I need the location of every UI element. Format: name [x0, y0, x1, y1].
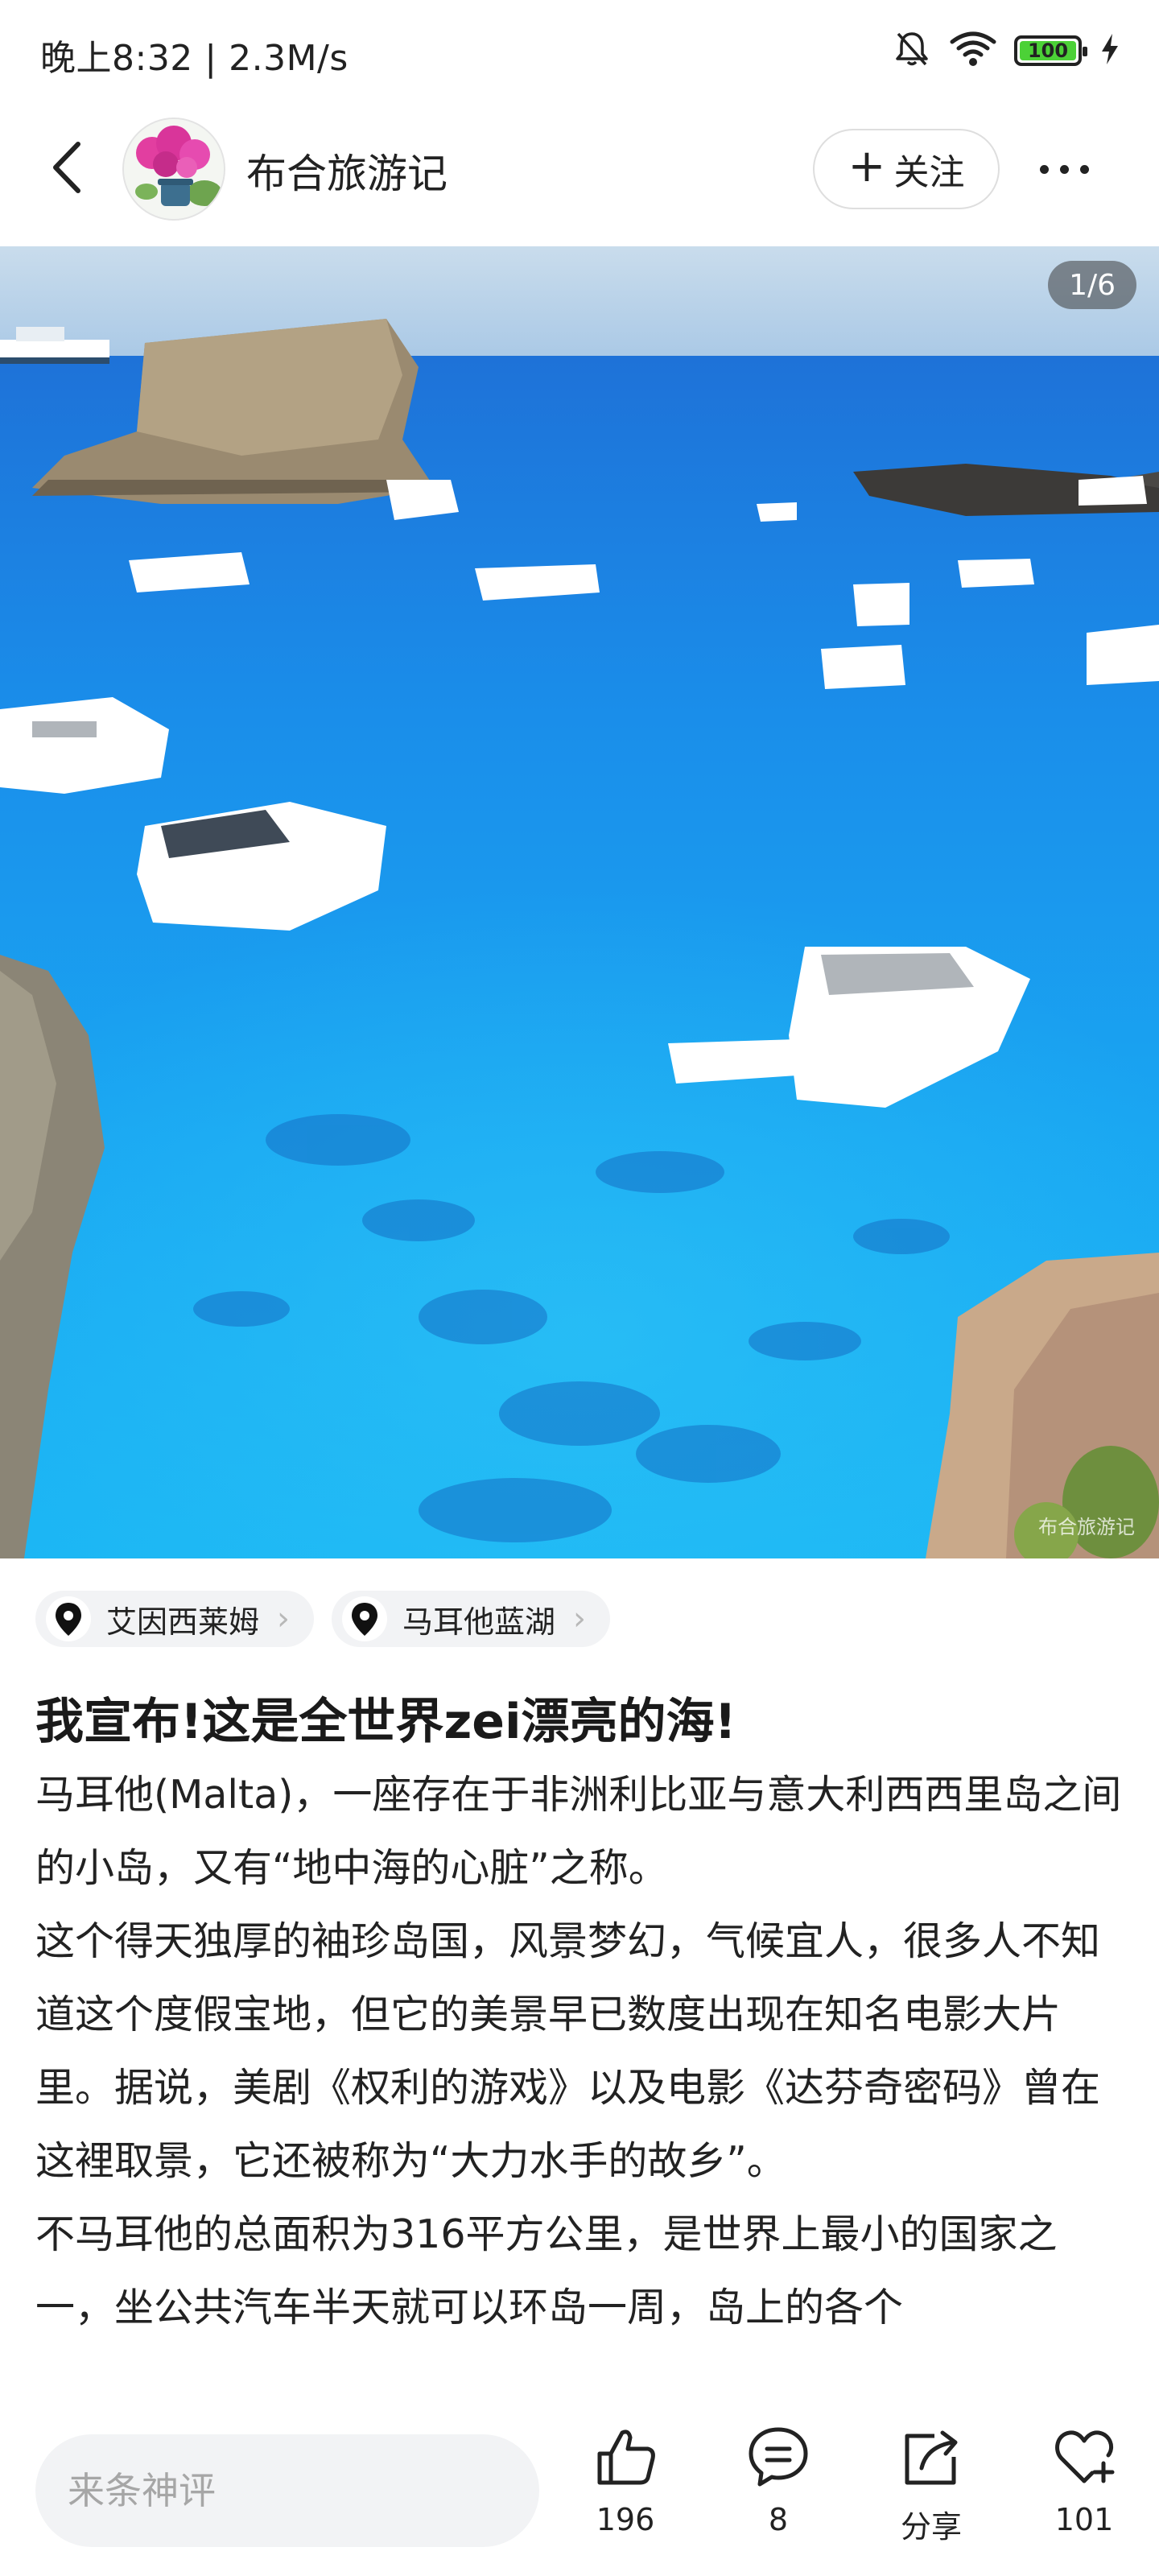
back-button[interactable]	[35, 135, 100, 200]
location-pin-icon	[342, 1596, 388, 1641]
follow-label: 关注	[893, 152, 965, 193]
status-time-speed: 晚上8:32 | 2.3M/s	[40, 38, 349, 79]
post-paragraph: 不马耳他的总面积为316平方公里，是世界上最小的国家之一，坐公共汽车半天就可以环…	[35, 2211, 1058, 2330]
plus-icon: +	[848, 140, 886, 192]
comment-button[interactable]: 8	[718, 2423, 839, 2560]
thumbs-up-icon	[597, 2429, 655, 2485]
post-body: 马耳他(Malta)，一座存在于非洲利比亚与意大利西西里岛之间的小岛，又有“地中…	[35, 1758, 1130, 2407]
status-bar: 晚上8:32 | 2.3M/s 100	[0, 0, 1159, 105]
post-paragraph: 这个得天独厚的袖珍岛国，风景梦幻，气候宜人，很多人不知道这个度假宝地，但它的美景…	[35, 1918, 1101, 2184]
battery-icon: 100	[1014, 35, 1087, 66]
comment-count: 8	[768, 2502, 789, 2537]
battery-level: 100	[1027, 39, 1069, 62]
chevron-left-icon	[53, 142, 80, 193]
share-button[interactable]: 分享	[871, 2423, 992, 2560]
location-tag[interactable]: 艾因西莱姆 ›	[35, 1591, 315, 1647]
location-pin-icon	[46, 1596, 91, 1641]
post-title: 我宣布!这是全世界zei漂亮的海!	[35, 1694, 736, 1750]
location-tag-label: 马耳他蓝湖	[402, 1604, 556, 1640]
chevron-right-icon: ›	[277, 1600, 291, 1637]
sea-photo	[0, 246, 1159, 1558]
like-count: 196	[596, 2502, 655, 2537]
charging-bolt-icon	[1099, 33, 1120, 68]
comment-bubble-icon	[749, 2427, 808, 2487]
heart-plus-icon	[1055, 2430, 1115, 2483]
post-header: 布合旅游记 + 关注	[0, 113, 1159, 233]
follow-button[interactable]: + 关注	[813, 129, 1000, 209]
author-avatar[interactable]	[122, 118, 225, 221]
share-label: 分享	[900, 2509, 962, 2545]
location-tags: 艾因西莱姆 › 马耳他蓝湖 ›	[35, 1591, 611, 1647]
more-options-button[interactable]	[1024, 129, 1104, 209]
location-tag-label: 艾因西莱姆	[106, 1604, 260, 1640]
bell-muted-icon	[892, 29, 932, 72]
status-icons: 100	[892, 29, 1120, 72]
image-page-indicator: 1/6	[1048, 261, 1136, 309]
comment-input[interactable]	[35, 2434, 539, 2547]
post-paragraph: 马耳他(Malta)，一座存在于非洲利比亚与意大利西西里岛之间的小岛，又有“地中…	[35, 1772, 1122, 1891]
post-image[interactable]: 1/6 布合旅游记	[0, 246, 1159, 1558]
like-button[interactable]: 196	[565, 2423, 686, 2560]
favorite-button[interactable]: 101	[1024, 2423, 1145, 2560]
image-watermark: 布合旅游记	[1038, 1516, 1135, 1538]
location-tag[interactable]: 马耳他蓝湖 ›	[332, 1591, 611, 1647]
favorite-count: 101	[1054, 2502, 1114, 2537]
share-icon	[905, 2430, 958, 2485]
wifi-icon	[950, 31, 996, 71]
bottom-action-bar: 196 8 分享 101	[0, 2407, 1159, 2576]
ellipsis-dot	[1079, 164, 1089, 174]
ellipsis-icon	[1039, 164, 1049, 174]
chevron-right-icon: ›	[573, 1600, 587, 1637]
ellipsis-dot	[1059, 164, 1069, 174]
author-name[interactable]: 布合旅游记	[246, 142, 448, 200]
